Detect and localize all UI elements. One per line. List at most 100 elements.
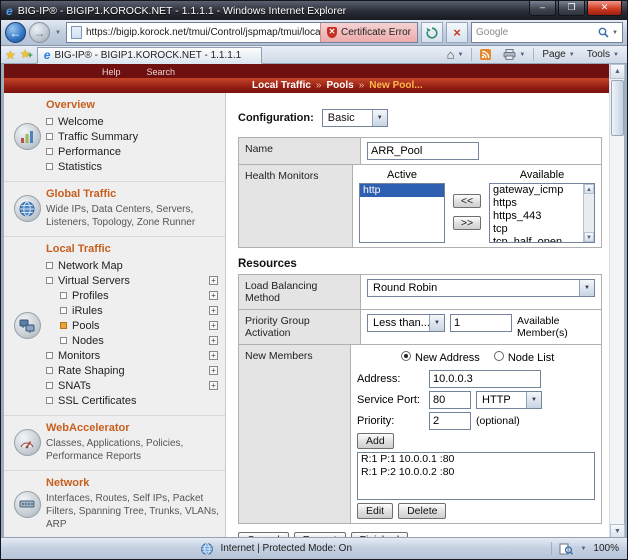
expand-plus-icon[interactable]: + <box>209 276 218 285</box>
sidebar-item-performance[interactable]: Performance <box>46 144 219 159</box>
sidebar-item-rate-shaping[interactable]: Rate Shaping+ <box>46 363 219 378</box>
close-button[interactable]: ✕ <box>587 1 622 16</box>
browser-tab[interactable]: e BIG-IP® - BIGIP1.KOROCK.NET - 1.1.1.1 <box>37 47 262 64</box>
print-button[interactable]: ▼ <box>499 47 529 63</box>
section-title-overview[interactable]: Overview <box>46 99 219 111</box>
expand-plus-icon[interactable]: + <box>209 306 218 315</box>
node-list-radio[interactable]: Node List <box>494 351 554 364</box>
zoom-level[interactable]: 100% <box>593 543 619 554</box>
expand-plus-icon[interactable]: + <box>209 381 218 390</box>
listbox-scrollbar[interactable]: ▲ ▼ <box>583 184 594 242</box>
member-row[interactable]: R:1 P:2 10.0.0.2 :80 <box>358 466 594 479</box>
breadcrumb-section[interactable]: Pools <box>326 80 353 91</box>
list-item[interactable]: gateway_icmp <box>490 184 583 197</box>
service-port-input[interactable] <box>429 391 471 409</box>
switch-icon <box>14 491 41 518</box>
name-input[interactable] <box>367 142 479 160</box>
sidebar-item-irules[interactable]: iRules+ <box>46 303 219 318</box>
add-favorite-button[interactable]: ★+ <box>20 48 33 61</box>
zoom-dropdown-icon[interactable]: ▼ <box>580 546 586 552</box>
scroll-up-button[interactable]: ▲ <box>610 64 625 79</box>
sidebar-item-snats[interactable]: SNATs+ <box>46 378 219 393</box>
members-listbox[interactable]: R:1 P:1 10.0.0.1 :80 R:1 P:2 10.0.0.2 :8… <box>357 452 595 500</box>
page-menu[interactable]: Page▼ <box>538 47 578 63</box>
sidebar-item-virtual-servers[interactable]: Virtual Servers+ <box>46 273 219 288</box>
tab-bar: ★ ★+ e BIG-IP® - BIGIP1.KOROCK.NET - 1.1… <box>1 46 627 64</box>
scroll-down-icon[interactable]: ▼ <box>584 232 594 242</box>
feeds-button[interactable] <box>476 47 495 63</box>
sidebar-item-ssl-certificates[interactable]: SSL Certificates <box>46 393 219 408</box>
stop-button[interactable]: × <box>446 22 468 43</box>
configuration-select[interactable]: Basic ▼ <box>322 109 388 127</box>
sidebar-item-network-map[interactable]: Network Map <box>46 258 219 273</box>
section-title-webaccelerator[interactable]: WebAccelerator <box>46 422 219 434</box>
sidebar-item-monitors[interactable]: Monitors+ <box>46 348 219 363</box>
forward-button[interactable]: → <box>29 22 50 43</box>
section-title-global-traffic[interactable]: Global Traffic <box>46 188 219 200</box>
app-tab-help[interactable]: Help <box>102 67 121 77</box>
address-bar[interactable]: https://bigip.korock.net/tmui/Control/js… <box>66 22 418 43</box>
active-bullet-icon <box>60 322 67 329</box>
list-item[interactable]: tcp <box>490 223 583 236</box>
sidebar-item-welcome[interactable]: Welcome <box>46 114 219 129</box>
list-item[interactable]: https_443 <box>490 210 583 223</box>
expand-plus-icon[interactable]: + <box>209 366 218 375</box>
search-icon[interactable] <box>598 27 609 38</box>
favorites-star-icon[interactable]: ★ <box>5 49 16 61</box>
available-monitors-listbox[interactable]: gateway_icmp https https_443 tcp tcp_hal… <box>489 183 595 243</box>
service-select[interactable]: HTTP ▼ <box>476 391 542 409</box>
active-monitors-listbox[interactable]: http <box>359 183 445 243</box>
new-address-radio[interactable]: New Address <box>401 351 480 364</box>
search-dropdown-icon[interactable]: ▼ <box>612 30 618 36</box>
member-row[interactable]: R:1 P:1 10.0.0.1 :80 <box>358 453 594 466</box>
address-text[interactable]: https://bigip.korock.net/tmui/Control/js… <box>86 27 320 38</box>
address-input[interactable] <box>429 370 541 388</box>
sidebar-item-statistics[interactable]: Statistics <box>46 159 219 174</box>
sidebar-item-nodes[interactable]: Nodes+ <box>46 333 219 348</box>
delete-button[interactable]: Delete <box>398 503 446 519</box>
sidebar-item-profiles[interactable]: Profiles+ <box>46 288 219 303</box>
refresh-button[interactable] <box>421 22 443 43</box>
home-button[interactable]: ⌂▼ <box>443 47 468 63</box>
breadcrumb-root[interactable]: Local Traffic <box>252 80 311 91</box>
vertical-scrollbar[interactable]: ▲ ▼ <box>609 64 624 539</box>
priority-group-select[interactable]: Less than... ▼ <box>367 314 445 332</box>
maximize-button[interactable]: ❐ <box>558 1 585 16</box>
expand-plus-icon[interactable]: + <box>209 291 218 300</box>
sidebar-section-local-traffic: Local Traffic Network Map Virtual Server… <box>4 237 225 416</box>
priority-input[interactable] <box>429 412 471 430</box>
list-item[interactable]: http <box>360 184 444 197</box>
search-box[interactable]: Google ▼ <box>471 22 623 43</box>
scroll-up-icon[interactable]: ▲ <box>584 184 594 194</box>
app-tab-search[interactable]: Search <box>147 67 176 77</box>
move-to-active-button[interactable]: << <box>453 194 481 208</box>
expand-plus-icon[interactable]: + <box>209 321 218 330</box>
tools-menu[interactable]: Tools▼ <box>583 47 623 63</box>
history-dropdown-icon[interactable]: ▼ <box>53 30 63 36</box>
list-item[interactable]: tcp_half_open <box>490 236 583 242</box>
sidebar-item-traffic-summary[interactable]: Traffic Summary <box>46 129 219 144</box>
general-properties-table: Name Health Monitors Active <box>238 137 602 248</box>
ie-logo-icon: e <box>6 5 13 17</box>
edit-button[interactable]: Edit <box>357 503 393 519</box>
tools-menu-label: Tools <box>587 49 610 60</box>
scrollbar-thumb[interactable] <box>611 80 624 136</box>
back-button[interactable]: ← <box>5 22 26 43</box>
sidebar-item-pools[interactable]: Pools+ <box>46 318 219 333</box>
search-input[interactable]: Google <box>476 27 595 38</box>
global-traffic-icon-wrap <box>8 188 46 229</box>
priority-group-input[interactable] <box>450 314 512 332</box>
minimize-button[interactable]: – <box>529 1 556 16</box>
load-balancing-select[interactable]: Round Robin ▼ <box>367 279 595 297</box>
move-to-available-button[interactable]: >> <box>453 216 481 230</box>
expand-plus-icon[interactable]: + <box>209 351 218 360</box>
section-title-local-traffic[interactable]: Local Traffic <box>46 243 219 255</box>
section-title-network[interactable]: Network <box>46 477 219 489</box>
list-item[interactable]: https <box>490 197 583 210</box>
toolbar-divider <box>471 48 472 61</box>
certificate-error-label: Certificate Error <box>341 27 411 38</box>
add-button[interactable]: Add <box>357 433 394 449</box>
bullet-icon <box>46 262 53 269</box>
certificate-error-button[interactable]: ✕ Certificate Error <box>320 23 417 42</box>
expand-plus-icon[interactable]: + <box>209 336 218 345</box>
